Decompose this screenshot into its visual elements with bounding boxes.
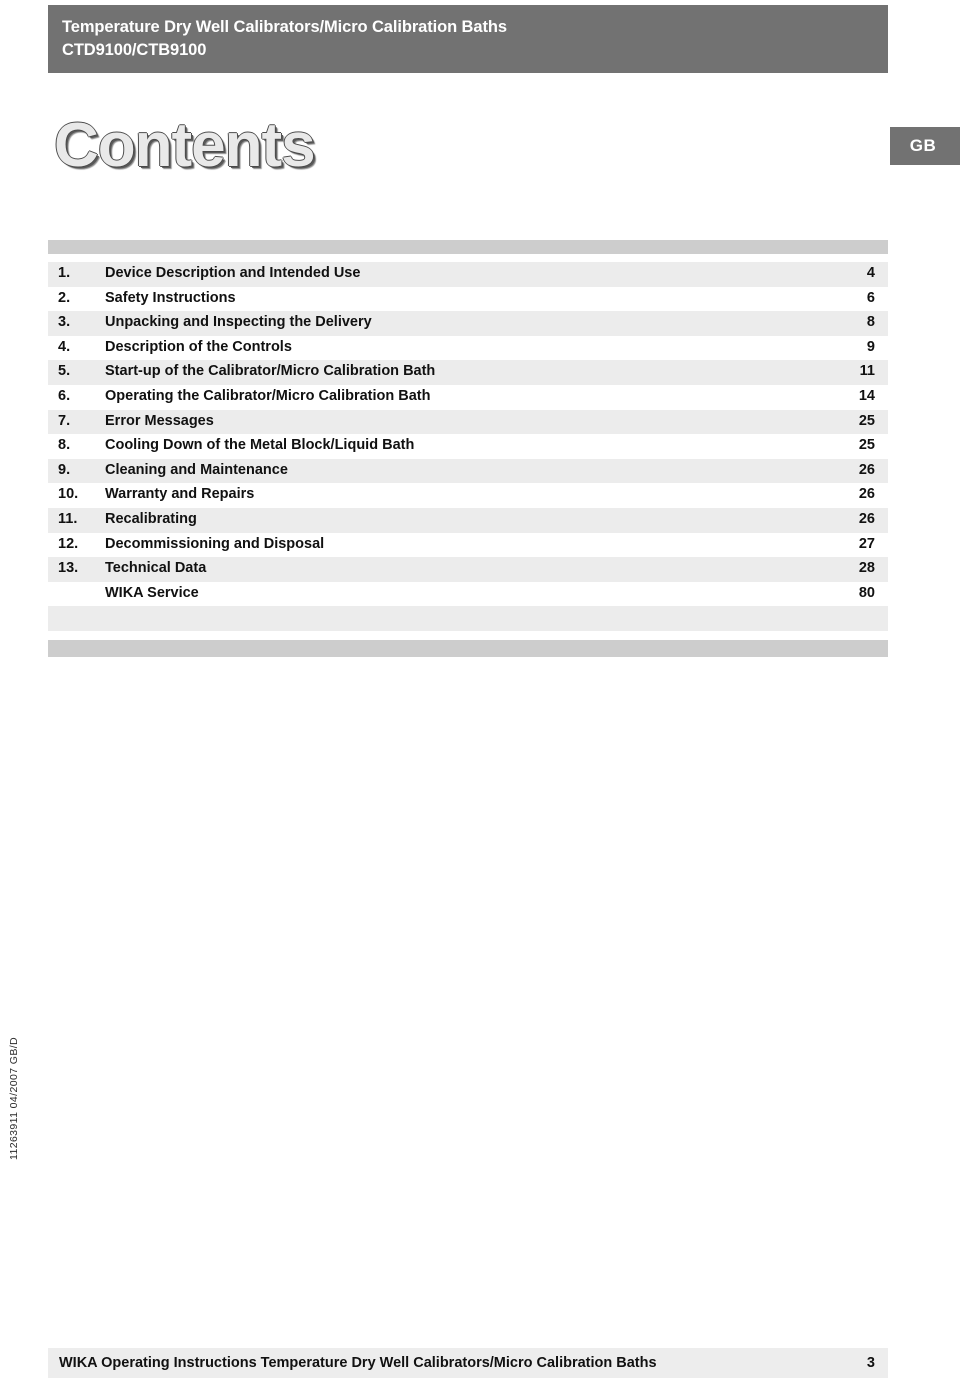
header-title-line-2: CTD9100/CTB9100 bbox=[62, 41, 207, 59]
toc-entry-number: 12. bbox=[58, 535, 79, 552]
toc-entry[interactable]: 2. Safety Instructions 6 bbox=[48, 287, 888, 312]
footer-page-number: 3 bbox=[866, 1355, 875, 1371]
toc-entry-page: 8 bbox=[866, 314, 875, 331]
toc-entry-label: Safety Instructions bbox=[105, 289, 236, 306]
language-badge-label: GB bbox=[909, 136, 937, 155]
toc-entry-number: 9. bbox=[58, 461, 71, 478]
toc-entry[interactable]: WIKA Service 80 bbox=[48, 582, 888, 607]
toc-entry-number: 6. bbox=[58, 387, 71, 404]
page-title: Contents bbox=[54, 111, 316, 180]
toc-entry-number: 8. bbox=[58, 437, 71, 454]
toc-entry-page: 11 bbox=[859, 363, 875, 380]
toc-entry-number: 7. bbox=[58, 412, 71, 429]
language-badge: GB bbox=[890, 127, 960, 165]
toc-entry-label: Recalibrating bbox=[105, 510, 197, 527]
toc-entry-number: 10. bbox=[58, 486, 79, 503]
toc-empty-row bbox=[48, 606, 888, 631]
toc-entry-number: 11. bbox=[58, 510, 78, 527]
footer-title: WIKA Operating Instructions Temperature … bbox=[59, 1355, 657, 1371]
toc-entry-page: 4 bbox=[866, 265, 875, 281]
toc-entry[interactable]: 4. Description of the Controls 9 bbox=[48, 336, 888, 361]
toc-rows-container: 1. Device Description and Intended Use 4 2.… bbox=[48, 262, 888, 606]
toc-entry[interactable]: 5. Start-up of the Calibrator/Micro Calib… bbox=[48, 360, 888, 385]
toc-entry-label: Unpacking and Inspecting the Delivery bbox=[105, 314, 372, 331]
toc-entry[interactable]: 9. Cleaning and Maintenance 26 bbox=[48, 458, 888, 484]
toc-entry-label: Decommissioning and Disposal bbox=[105, 535, 325, 552]
document-header-bar: Temperature Dry Well Calibrators/Micro C… bbox=[48, 5, 888, 73]
toc-entry-page: 25 bbox=[858, 437, 875, 454]
toc-entry-page: 14 bbox=[858, 387, 875, 404]
toc-entry-label: Warranty and Repairs bbox=[105, 486, 255, 503]
toc-entry-page: 26 bbox=[858, 510, 875, 527]
document-code-vertical: 11263911 04/2007 GB/D bbox=[8, 1036, 20, 1160]
toc-entry-page: 6 bbox=[866, 289, 875, 306]
toc-entry-number: 5. bbox=[58, 363, 71, 380]
toc-entry[interactable]: 10. Warranty and Repairs 26 bbox=[48, 483, 888, 508]
toc-entry-page: 26 bbox=[858, 486, 875, 503]
toc-top-divider-bar bbox=[48, 240, 888, 254]
toc-entry-number: 2. bbox=[58, 289, 71, 306]
toc-entry-label: Error Messages bbox=[105, 412, 214, 429]
toc-entry-label: WIKA Service bbox=[105, 584, 199, 601]
toc-entry[interactable]: 3. Unpacking and Inspecting the Delivery 8 bbox=[48, 311, 888, 336]
toc-entry-number: 3. bbox=[58, 314, 71, 331]
toc-entry-number: 4. bbox=[58, 338, 71, 355]
toc-entry-page: 26 bbox=[858, 461, 875, 478]
toc-entry-label: Description of the Controls bbox=[105, 338, 292, 355]
toc-entry-label: Cleaning and Maintenance bbox=[105, 461, 288, 478]
toc-entry-label: Cooling Down of the Metal Block/Liquid B… bbox=[105, 437, 415, 454]
toc-entry-page: 9 bbox=[866, 338, 875, 355]
toc-entry[interactable]: 6. Operating the Calibrator/Micro Calibra… bbox=[48, 385, 888, 410]
toc-entry[interactable]: 7. Error Messages 25 bbox=[48, 409, 888, 435]
toc-entry-label: Operating the Calibrator/Micro Calibrati… bbox=[105, 387, 431, 404]
toc-entry-page: 25 bbox=[858, 412, 875, 429]
toc-entry-number: 13. bbox=[58, 560, 79, 577]
toc-entry[interactable]: 1. Device Description and Intended Use 4 bbox=[48, 262, 888, 287]
toc-entry-number: 1. bbox=[58, 265, 71, 281]
header-title-line-1: Temperature Dry Well Calibrators/Micro C… bbox=[62, 18, 507, 36]
table-of-contents: 1. Device Description and Intended Use 4 2.… bbox=[48, 240, 888, 657]
toc-entry[interactable]: 12. Decommissioning and Disposal 27 bbox=[48, 533, 888, 558]
toc-entry-page: 28 bbox=[858, 560, 875, 577]
toc-entry[interactable]: 13. Technical Data 28 bbox=[48, 557, 888, 582]
toc-entry[interactable]: 8. Cooling Down of the Metal Block/Liquid… bbox=[48, 434, 888, 459]
toc-bottom-divider-bar bbox=[48, 639, 888, 657]
toc-entry-page: 27 bbox=[858, 535, 875, 552]
toc-entry-label: Device Description and Intended Use bbox=[105, 265, 361, 281]
toc-entry-label: Technical Data bbox=[105, 560, 207, 577]
toc-entry-label: Start-up of the Calibrator/Micro Calibra… bbox=[105, 363, 436, 380]
toc-entry[interactable]: 11. Recalibrating 26 bbox=[48, 507, 888, 533]
toc-entry-page: 80 bbox=[858, 584, 875, 601]
document-footer-bar: WIKA Operating Instructions Temperature … bbox=[48, 1348, 888, 1378]
